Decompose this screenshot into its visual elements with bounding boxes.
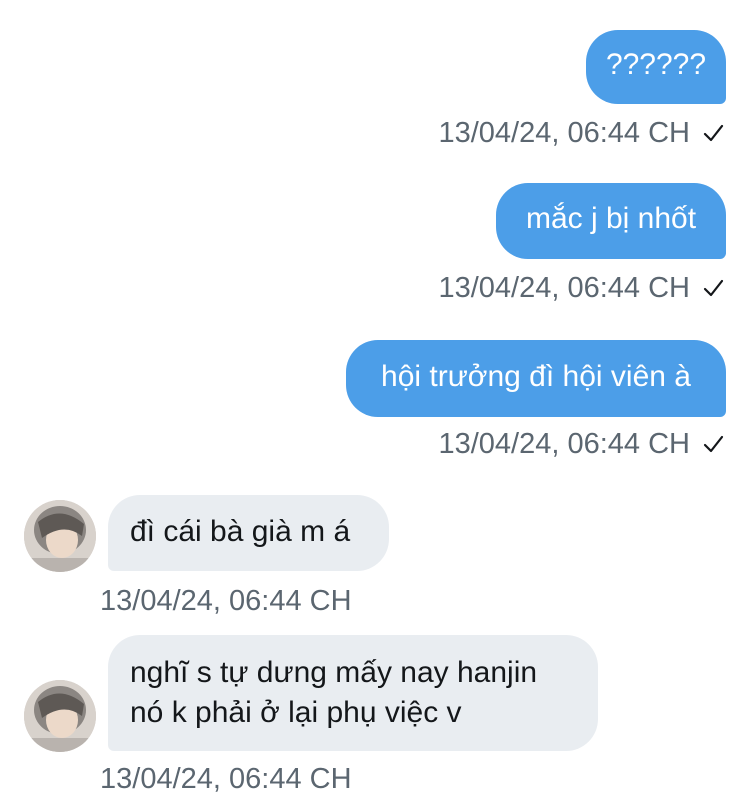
message-text: hội trưởng đì hội viên à [381, 360, 691, 393]
message-timestamp: 13/04/24, 06:44 CH [438, 272, 690, 304]
message-timestamp: 13/04/24, 06:44 CH [100, 585, 352, 617]
check-icon [703, 124, 724, 142]
profile-photo-icon [24, 500, 96, 572]
avatar[interactable] [24, 500, 96, 572]
outgoing-message-bubble[interactable]: hội trưởng đì hội viên à [346, 340, 726, 417]
message-timestamp: 13/04/24, 06:44 CH [438, 117, 690, 149]
message-text: mắc j bị nhốt [525, 202, 697, 235]
outgoing-message-bubble[interactable]: ?????? [586, 30, 726, 104]
check-icon [703, 435, 724, 453]
message-text: đì cái bà già m á [130, 515, 351, 548]
message-text-line: nó k phải ở lại phụ việc v [130, 696, 462, 729]
incoming-message-bubble[interactable]: nghĩ s tự dưng mấy nay hanjin nó k phải … [108, 635, 598, 751]
message-text: ?????? [605, 48, 707, 81]
profile-photo-icon [24, 680, 96, 752]
message-meta: 13/04/24, 06:44 CH [438, 427, 724, 461]
incoming-message-bubble[interactable]: đì cái bà già m á [108, 495, 389, 571]
avatar[interactable] [24, 680, 96, 752]
message-meta: 13/04/24, 06:44 CH [438, 116, 724, 150]
check-icon [703, 279, 724, 297]
message-meta: 13/04/24, 06:44 CH [438, 271, 724, 305]
outgoing-message-bubble[interactable]: mắc j bị nhốt [496, 183, 726, 259]
message-timestamp: 13/04/24, 06:44 CH [100, 763, 352, 795]
message-text-line: nghĩ s tự dưng mấy nay hanjin [130, 656, 538, 689]
message-timestamp: 13/04/24, 06:44 CH [438, 428, 690, 460]
